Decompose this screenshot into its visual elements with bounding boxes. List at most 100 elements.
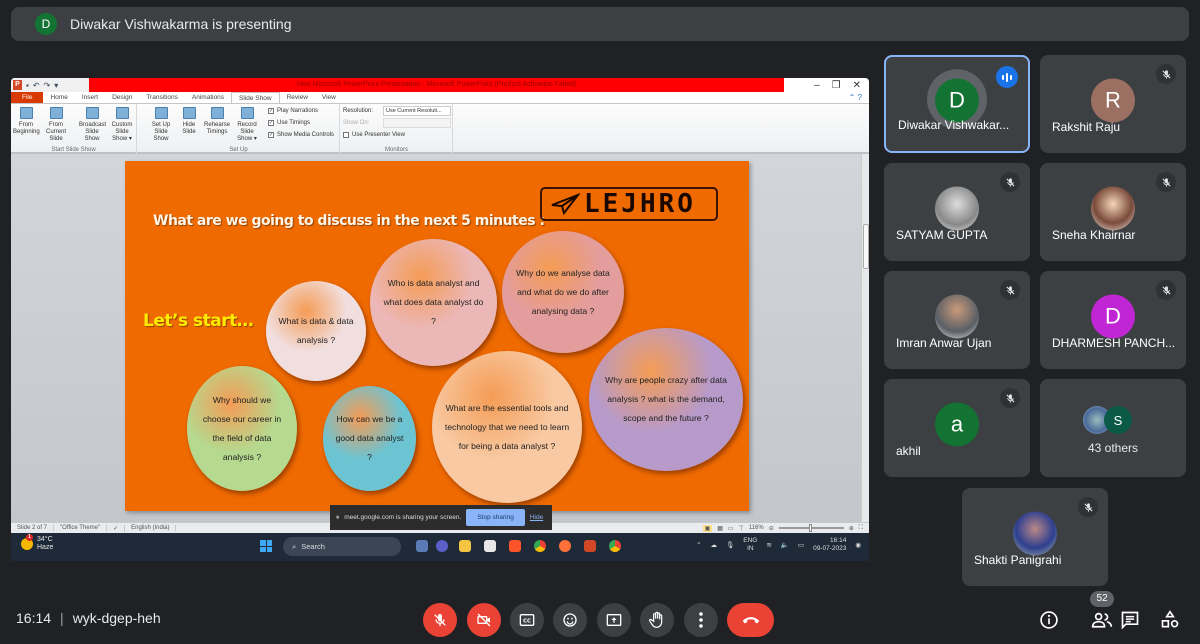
activities-button[interactable] (1155, 605, 1185, 635)
record-icon (240, 107, 254, 119)
show-media-controls-checkbox[interactable]: ✓ Show Media Controls (268, 132, 334, 138)
customize-icon[interactable]: ▾ (54, 81, 58, 90)
participant-tile[interactable]: R Rakshit Raju (1040, 55, 1186, 153)
language-indicator[interactable]: ENG IN (743, 537, 757, 553)
slide-editor: What are we going to discuss in the next… (11, 154, 869, 522)
from-current-slide-button[interactable]: From Current Slide (43, 107, 69, 143)
zoom-slider[interactable] (778, 524, 844, 532)
redo-icon[interactable]: ↷ (44, 81, 51, 90)
vertical-scrollbar[interactable] (861, 154, 869, 522)
tab-animations[interactable]: Animations (185, 92, 231, 103)
participant-tile[interactable]: Sneha Khairnar (1040, 163, 1186, 261)
tab-slide-show[interactable]: Slide Show (231, 92, 280, 103)
leave-call-button[interactable] (727, 603, 774, 637)
participant-tile[interactable]: Shakti Panigrahi (962, 488, 1108, 586)
hide-link[interactable]: Hide (530, 514, 543, 521)
broadcast-slide-show-button[interactable]: Broadcast Slide Show (79, 107, 106, 143)
set-up-slide-show-button[interactable]: Set Up Slide Show (148, 107, 174, 143)
clock[interactable]: 16:14 09-07-2023 (813, 537, 846, 553)
stop-sharing-button[interactable]: Stop sharing (466, 509, 525, 526)
captions-button[interactable]: CC (510, 603, 544, 637)
microsoft-store-icon[interactable] (484, 540, 496, 552)
tab-view[interactable]: View (315, 92, 343, 103)
custom-slide-show-button[interactable]: Custom Slide Show ▾ (109, 107, 135, 143)
drag-handle-icon[interactable]: ⏸ (336, 514, 339, 522)
show-on-select[interactable] (383, 118, 451, 128)
participant-tile[interactable]: SATYAM GUPTA (884, 163, 1030, 261)
rehearse-timings-button[interactable]: Rehearse Timings (204, 107, 230, 136)
record-slide-show-button[interactable]: Record Slide Show ▾ (234, 107, 260, 143)
microphone-icon[interactable]: 🎙 (726, 541, 734, 549)
tab-home[interactable]: Home (43, 92, 74, 103)
scrollbar-thumb[interactable] (863, 224, 869, 269)
tab-insert[interactable]: Insert (75, 92, 105, 103)
participant-tile[interactable]: a akhil (884, 379, 1030, 477)
hide-slide-button[interactable]: Hide Slide (176, 107, 202, 136)
spellcheck-icon[interactable]: ✓ (107, 524, 126, 532)
undo-icon[interactable]: ↶ (33, 81, 40, 90)
participant-tile[interactable]: D Diwakar Vishwakar... (884, 55, 1030, 153)
participant-tile[interactable]: S 43 others (1040, 379, 1186, 477)
minimize-icon[interactable]: – (814, 80, 820, 91)
use-presenter-view-checkbox[interactable]: Use Presenter View (343, 132, 405, 138)
lejhro-logo: LEJHRO (540, 187, 718, 221)
fit-to-window-icon[interactable]: ⛶ (859, 525, 863, 532)
slide-counter: Slide 2 of 7 (11, 525, 55, 531)
onedrive-icon[interactable]: ☁ (711, 541, 718, 549)
use-timings-checkbox[interactable]: ✓ Use Timings (268, 120, 310, 126)
play-narrations-checkbox[interactable]: ✓ Play Narrations (268, 108, 318, 114)
firefox-icon[interactable] (559, 540, 571, 552)
camera-toggle-button[interactable] (467, 603, 501, 637)
normal-view-icon[interactable]: ▣ (702, 524, 713, 532)
microphone-toggle-button[interactable] (423, 603, 457, 637)
notification-icon[interactable]: ◉ (855, 541, 861, 549)
teams-chat-icon[interactable] (436, 540, 448, 552)
hide-slide-icon (182, 107, 196, 119)
chrome-icon[interactable] (534, 540, 546, 552)
restore-icon[interactable]: ❐ (832, 80, 841, 91)
slide-sorter-icon[interactable]: ▦ (717, 525, 723, 532)
zoom-level[interactable]: 116% (749, 525, 764, 531)
participant-tile[interactable]: Imran Anwar Ujan (884, 271, 1030, 369)
volume-icon[interactable]: 🔈 (781, 541, 789, 549)
meeting-code: wyk-dgep-heh (72, 610, 161, 626)
raise-hand-button[interactable] (640, 603, 674, 637)
present-button[interactable] (597, 603, 631, 637)
resolution-select[interactable]: Use Current Resoluti... (383, 106, 451, 116)
more-options-button[interactable] (684, 603, 718, 637)
zoom-out-icon[interactable]: ⊖ (769, 525, 774, 532)
battery-icon[interactable]: ▭ (798, 541, 804, 549)
weather-widget[interactable]: 1 34°C Haze (21, 534, 53, 552)
language-indicator[interactable]: English (India) (125, 525, 177, 531)
tab-design[interactable]: Design (105, 92, 139, 103)
zoom-in-icon[interactable]: ⊕ (849, 525, 854, 532)
reactions-button[interactable] (553, 603, 587, 637)
participant-tile[interactable]: D DHARMESH PANCH... (1040, 271, 1186, 369)
brave-browser-icon[interactable] (509, 540, 521, 552)
wifi-icon[interactable]: ≋ (766, 541, 771, 549)
chrome-profile-icon[interactable] (609, 540, 621, 552)
help-icon[interactable]: ⌃ ? (842, 92, 869, 103)
chat-button[interactable] (1115, 605, 1145, 635)
tab-file[interactable]: File (11, 92, 44, 103)
from-beginning-button[interactable]: From Beginning (13, 107, 40, 136)
reading-view-icon[interactable]: ▭ (728, 525, 734, 532)
ribbon: From Beginning From Current Slide Broadcas… (11, 104, 869, 154)
taskbar-search[interactable]: ⌕ Search (283, 537, 401, 556)
logo-text: LEJHRO (584, 189, 696, 219)
show-hidden-icons[interactable]: ⌃ (696, 541, 701, 549)
meeting-details-button[interactable] (1034, 605, 1064, 635)
powerpoint-taskbar-icon[interactable] (584, 540, 596, 552)
slideshow-view-icon[interactable]: ⊤ (739, 525, 744, 532)
close-icon[interactable]: ✕ (853, 80, 861, 91)
more-vert-icon (699, 612, 703, 628)
people-button[interactable] (1087, 605, 1117, 635)
windows-start-icon[interactable] (260, 540, 272, 552)
task-view-icon[interactable] (416, 540, 428, 552)
file-explorer-icon[interactable] (459, 540, 471, 552)
tab-transitions[interactable]: Transitions (139, 92, 185, 103)
save-icon[interactable]: ▪ (26, 81, 29, 90)
tab-review[interactable]: Review (280, 92, 315, 103)
avatar (935, 186, 979, 231)
paper-plane-icon (551, 193, 580, 215)
